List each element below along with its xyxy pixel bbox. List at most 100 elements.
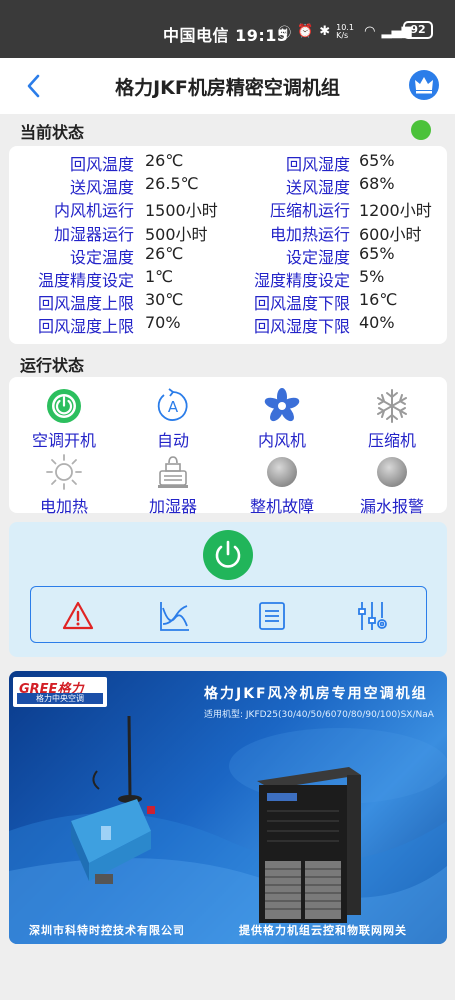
run-item-leak-alarm: 漏水报警 — [337, 453, 447, 517]
online-status-indicator — [411, 120, 431, 140]
status-icons: Ⓝ ⏰ ✱ 10.1 K/s ◠ ▂▄▆ — [278, 22, 411, 41]
run-item-unit-fault: 整机故障 — [227, 453, 337, 517]
param-value: 30℃ — [145, 290, 184, 310]
param-value: 40% — [359, 313, 395, 333]
param-value: 16℃ — [359, 290, 398, 310]
fan-icon — [263, 387, 301, 425]
power-on-icon — [45, 387, 83, 425]
parameters-card: 回风温度 26℃ 回风湿度 65% 送风温度 26.5℃ 送风湿度 68% 内风机运行 1500小… — [9, 146, 447, 344]
banner-service: 提供格力机组云控和物联网网关 — [239, 924, 407, 937]
control-panel — [9, 522, 447, 657]
param-label: 电加热运行 — [269, 224, 350, 244]
battery-level: 92 — [410, 23, 426, 36]
param-row: 回风湿度上限 70% 回风湿度下限 40% — [9, 313, 447, 336]
air-conditioner-cabinet-image — [257, 767, 361, 923]
param-value: 26℃ — [145, 151, 184, 170]
banner-title: 格力JKF风冷机房专用空调机组 — [204, 686, 428, 702]
param-row: 设定温度 26℃ 设定湿度 65% — [9, 244, 447, 267]
run-status-title: 运行状态 — [20, 356, 85, 375]
param-value: 500小时 — [145, 224, 208, 244]
param-label: 内风机运行 — [53, 201, 134, 221]
battery-icon: 92 — [403, 21, 433, 39]
app-header: 格力JKF机房精密空调机组 — [0, 58, 455, 114]
param-row: 送风温度 26.5℃ 送风湿度 68% — [9, 174, 447, 197]
param-value: 68% — [359, 174, 395, 194]
nfc-icon: Ⓝ — [278, 26, 292, 41]
param-label: 回风温度下限 — [253, 294, 350, 314]
product-banner[interactable]: GREE格力 格力中央空调 格力JKF风冷机房专用空调机组 适用机型: JKFD… — [9, 671, 447, 944]
gree-logo-subtext: 格力中央空调 — [17, 693, 103, 704]
param-label: 湿度精度设定 — [253, 271, 350, 290]
run-item-electric-heater: 电加热 — [9, 453, 119, 517]
run-item-label: 漏水报警 — [359, 497, 424, 516]
param-row: 回风温度上限 30℃ 回风温度下限 16℃ — [9, 290, 447, 313]
power-button[interactable] — [203, 530, 253, 580]
param-label: 送风湿度 — [285, 178, 350, 198]
run-item-label: 内风机 — [257, 431, 306, 450]
wifi-icon: ◠ — [364, 24, 376, 39]
crown-icon — [415, 77, 433, 94]
settings-sliders-icon[interactable] — [356, 600, 388, 632]
tool-bar — [30, 586, 427, 643]
param-label: 回风湿度上限 — [37, 317, 134, 337]
param-row: 加湿器运行 500小时 电加热运行 600小时 — [9, 221, 447, 244]
param-label: 压缩机运行 — [269, 201, 350, 221]
param-label: 设定温度 — [69, 247, 134, 267]
run-item-label: 电加热 — [39, 497, 88, 516]
run-item-label: 自动 — [156, 431, 189, 450]
param-label: 回风湿度下限 — [253, 317, 350, 337]
param-value: 1500小时 — [145, 201, 218, 221]
current-status-title: 当前状态 — [20, 123, 85, 142]
leak-alarm-icon — [373, 453, 411, 491]
param-label: 加湿器运行 — [53, 224, 134, 244]
param-value: 65% — [359, 243, 395, 263]
alarm-clock-icon: ⏰ — [297, 24, 314, 39]
param-value: 1℃ — [145, 267, 174, 286]
run-item-label: 加湿器 — [148, 497, 197, 516]
run-item-label: 空调开机 — [31, 431, 96, 450]
bluetooth-icon: ✱ — [319, 24, 331, 39]
run-item-label: 压缩机 — [367, 431, 416, 450]
run-item-label: 整机故障 — [249, 497, 314, 516]
run-item-inner-fan: 内风机 — [227, 387, 337, 451]
param-value: 65% — [359, 151, 395, 170]
param-row: 回风温度 26℃ 回风湿度 65% — [9, 151, 447, 174]
banner-company: 深圳市科特时控技术有限公司 — [29, 924, 185, 937]
net-speed: 10.1 K/s — [336, 22, 354, 40]
run-item-humidifier: 加湿器 — [118, 453, 228, 517]
param-value: 600小时 — [359, 224, 422, 244]
param-label: 设定湿度 — [285, 247, 350, 267]
alarm-icon[interactable] — [62, 600, 94, 632]
param-value: 1200小时 — [359, 201, 432, 221]
param-label: 回风湿度 — [285, 155, 350, 174]
param-value: 26℃ — [145, 243, 184, 263]
banner-subtitle: 适用机型: JKFD25(30/40/50/6070/80/90/100)SX/… — [204, 710, 434, 720]
param-label: 温度精度设定 — [37, 271, 134, 290]
run-item-ac-on: 空调开机 — [9, 387, 119, 451]
param-row: 温度精度设定 1℃ 湿度精度设定 5% — [9, 267, 447, 290]
param-value: 26.5℃ — [145, 174, 199, 194]
svg-text:A: A — [168, 398, 179, 416]
run-item-auto: A 自动 — [118, 387, 228, 451]
fault-indicator-icon — [263, 453, 301, 491]
run-status-card: 空调开机 A 自动 内风机 压缩机 电加热 加湿器 整机故障 漏水报警 — [9, 377, 447, 516]
snowflake-icon — [373, 387, 411, 425]
curve-chart-icon[interactable] — [159, 600, 191, 632]
crown-vip-button[interactable] — [409, 70, 439, 100]
run-item-compressor: 压缩机 — [337, 387, 447, 451]
param-label: 送风温度 — [69, 178, 134, 198]
sun-heater-icon — [45, 453, 83, 491]
system-status-bar: 中国电信 19:15 Ⓝ ⏰ ✱ 10.1 K/s ◠ ▂▄▆ 92 — [0, 0, 455, 58]
page-title: 格力JKF机房精密空调机组 — [115, 77, 340, 99]
carrier-time: 中国电信 19:15 — [163, 26, 289, 45]
auto-mode-icon: A — [154, 387, 192, 425]
param-label: 回风温度 — [69, 155, 134, 174]
param-value: 5% — [359, 267, 385, 286]
param-label: 回风温度上限 — [37, 294, 134, 314]
power-icon — [215, 540, 241, 568]
param-row: 内风机运行 1500小时 压缩机运行 1200小时 — [9, 197, 447, 220]
gree-logo: GREE格力 格力中央空调 — [13, 677, 107, 707]
humidifier-icon — [154, 453, 192, 491]
list-icon[interactable] — [256, 600, 288, 632]
param-value: 70% — [145, 313, 181, 333]
